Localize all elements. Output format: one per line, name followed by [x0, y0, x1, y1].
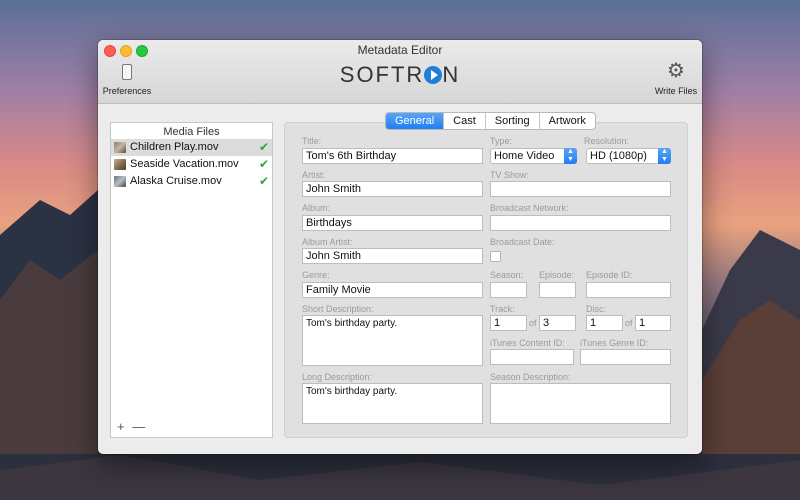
logo-text-left: SOFTR	[339, 62, 425, 87]
season-description-field[interactable]	[490, 383, 671, 424]
chevron-updown-icon: ▲ ▼	[658, 148, 671, 164]
season-field[interactable]	[490, 282, 527, 298]
media-file-name: Seaside Vacation.mov	[130, 158, 239, 170]
track-label: Track:	[490, 304, 515, 314]
softron-logo: SOFTR N	[98, 62, 702, 88]
short-description-field[interactable]: Tom's birthday party.	[302, 315, 483, 366]
long-description-field[interactable]: Tom's birthday party.	[302, 383, 483, 424]
genre-field[interactable]: Family Movie	[302, 282, 483, 298]
short-description-label: Short Description:	[302, 304, 374, 314]
track-of-label: of	[529, 318, 537, 328]
resolution-select[interactable]: HD (1080p) ▲ ▼	[586, 148, 671, 164]
tv-show-field[interactable]	[490, 181, 671, 197]
long-description-label: Long Description:	[302, 372, 373, 382]
broadcast-network-label: Broadcast Network:	[490, 203, 569, 213]
checkmark-icon: ✔	[258, 174, 269, 188]
type-select-value: Home Video	[494, 150, 555, 162]
album-artist-label: Album Artist:	[302, 237, 353, 247]
disc-of-label: of	[625, 318, 633, 328]
video-thumbnail	[114, 159, 126, 170]
toolbar: Metadata Editor SOFTR N Preferences ⚙ Wri…	[98, 40, 702, 104]
tab-cast[interactable]: Cast	[444, 113, 486, 129]
remove-file-button[interactable]: —	[132, 419, 145, 434]
itunes-genre-id-label: iTunes Genre ID:	[580, 338, 649, 348]
list-tools: + —	[117, 419, 149, 434]
tv-show-label: TV Show:	[490, 170, 530, 180]
media-files-list: Media Files Children Play.mov ✔ Seaside …	[110, 122, 273, 438]
metadata-editor-window: Metadata Editor SOFTR N Preferences ⚙ Wri…	[98, 40, 702, 454]
title-field[interactable]: Tom's 6th Birthday	[302, 148, 483, 164]
media-file-item[interactable]: Alaska Cruise.mov ✔	[111, 173, 272, 190]
write-files-label: Write Files	[654, 86, 698, 96]
logo-text-right: N	[442, 62, 461, 87]
genre-label: Genre:	[302, 270, 330, 280]
tab-artwork[interactable]: Artwork	[540, 113, 595, 129]
disc-number-field[interactable]: 1	[586, 315, 623, 331]
disc-label: Disc:	[586, 304, 606, 314]
checkmark-icon: ✔	[258, 140, 269, 154]
media-file-name: Alaska Cruise.mov	[130, 175, 222, 187]
broadcast-network-field[interactable]	[490, 215, 671, 231]
preferences-label: Preferences	[102, 86, 152, 96]
broadcast-date-label: Broadcast Date:	[490, 237, 555, 247]
gear-icon: ⚙	[667, 60, 685, 82]
track-number-field[interactable]: 1	[490, 315, 527, 331]
episode-label: Episode:	[539, 270, 575, 280]
season-label: Season:	[490, 270, 524, 280]
tab-general[interactable]: General	[386, 113, 445, 129]
artist-label: Artist:	[302, 170, 326, 180]
preferences-button[interactable]: Preferences	[102, 62, 152, 96]
itunes-content-id-label: iTunes Content ID:	[490, 338, 565, 348]
type-label: Type:	[490, 136, 513, 146]
album-artist-field[interactable]: John Smith	[302, 248, 483, 264]
artist-field[interactable]: John Smith	[302, 181, 483, 197]
preferences-icon	[122, 64, 132, 80]
season-description-label: Season Description:	[490, 372, 571, 382]
episode-field[interactable]	[539, 282, 576, 298]
add-file-button[interactable]: +	[117, 419, 125, 434]
tab-sorting[interactable]: Sorting	[486, 113, 540, 129]
video-thumbnail	[114, 176, 126, 187]
media-file-name: Children Play.mov	[130, 141, 219, 153]
title-label: Title:	[302, 136, 322, 146]
resolution-select-value: HD (1080p)	[590, 150, 647, 162]
media-file-item[interactable]: Seaside Vacation.mov ✔	[111, 156, 272, 173]
type-select[interactable]: Home Video ▲ ▼	[490, 148, 577, 164]
logo-play-icon	[424, 66, 443, 84]
resolution-label: Resolution:	[584, 136, 630, 146]
itunes-content-id-field[interactable]	[490, 349, 574, 365]
itunes-genre-id-field[interactable]	[580, 349, 671, 365]
window-title: Metadata Editor	[357, 43, 443, 57]
episode-id-field[interactable]	[586, 282, 671, 298]
broadcast-date-checkbox[interactable]	[490, 251, 501, 262]
write-files-button[interactable]: ⚙ Write Files	[654, 60, 698, 96]
album-field[interactable]: Birthdays	[302, 215, 483, 231]
checkmark-icon: ✔	[258, 157, 269, 171]
media-file-item[interactable]: Children Play.mov ✔	[111, 139, 272, 156]
chevron-updown-icon: ▲ ▼	[564, 148, 577, 164]
disc-total-field[interactable]: 1	[635, 315, 671, 331]
media-files-header: Media Files	[163, 126, 220, 138]
video-thumbnail	[114, 142, 126, 153]
album-label: Album:	[302, 203, 331, 213]
episode-id-label: Episode ID:	[586, 270, 633, 280]
track-total-field[interactable]: 3	[539, 315, 576, 331]
tab-bar: General Cast Sorting Artwork	[385, 112, 596, 130]
